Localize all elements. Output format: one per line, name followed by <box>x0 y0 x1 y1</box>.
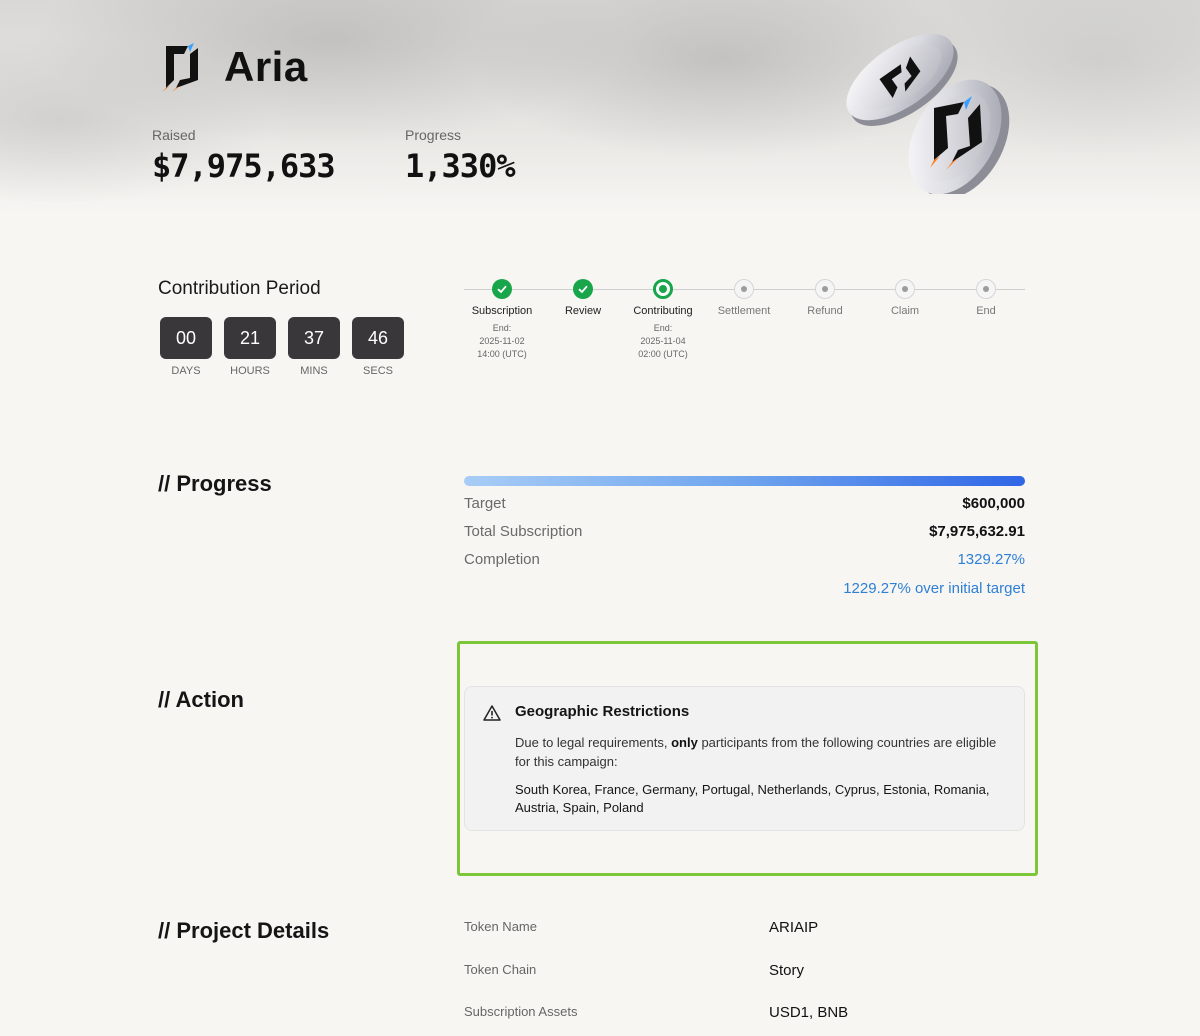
pending-step-icon <box>976 279 996 299</box>
raised-label: Raised <box>152 127 196 143</box>
timer-mins-value: 37 <box>288 317 340 359</box>
total-subscription-value: $7,975,632.91 <box>929 523 1025 540</box>
step-end-date: End: 2025-11-02 14:00 (UTC) <box>477 323 527 359</box>
over-target-note: 1229.27% over initial target <box>843 580 1025 597</box>
step-settlement: Settlement <box>699 279 789 317</box>
project-header: Aria <box>158 40 308 94</box>
timer-mins-unit: MINS <box>300 365 328 377</box>
step-claim: Claim <box>860 279 950 317</box>
eligible-countries-list: South Korea, France, Germany, Portugal, … <box>515 782 990 815</box>
raised-value: $7,975,633 <box>152 147 336 185</box>
contribution-period-title: Contribution Period <box>158 278 321 299</box>
timer-hours-value: 21 <box>224 317 276 359</box>
active-step-icon <box>653 279 673 299</box>
check-icon <box>492 279 512 299</box>
detail-value: Story <box>769 962 805 979</box>
detail-label: Token Name <box>464 919 537 934</box>
step-name: Claim <box>890 305 920 317</box>
step-name: Settlement <box>717 305 771 317</box>
detail-value: USD1, BNB <box>769 1004 849 1021</box>
progress-bar <box>464 476 1025 486</box>
progress-stat: Progress 1,330% <box>405 127 516 185</box>
target-row: Target $600,000 <box>464 495 1025 512</box>
timer-days-unit: DAYS <box>171 365 201 377</box>
geographic-restrictions-card: Geographic Restrictions Due to legal req… <box>464 686 1025 831</box>
step-review: Review <box>538 279 628 317</box>
token-coins-illustration <box>846 33 1010 194</box>
progress-section-title: // Progress <box>158 471 272 496</box>
completion-value: 1329.27% <box>957 551 1025 568</box>
raised-stat: Raised $7,975,633 <box>152 127 336 185</box>
timer-secs-value: 46 <box>352 317 404 359</box>
pending-step-icon <box>815 279 835 299</box>
check-icon <box>573 279 593 299</box>
target-value: $600,000 <box>962 495 1025 512</box>
step-name: Subscription <box>471 305 533 317</box>
progress-value: 1,330% <box>405 147 516 185</box>
step-end: End <box>941 279 1031 317</box>
step-name: Review <box>564 305 602 317</box>
project-details-section-title: // Project Details <box>158 918 330 943</box>
detail-label: Token Chain <box>464 962 537 977</box>
detail-value: ARIAIP <box>769 919 819 936</box>
geo-restrictions-description: Due to legal requirements, only particip… <box>515 735 997 769</box>
phase-stepper: Subscription End: 2025-11-02 14:00 (UTC)… <box>464 279 1025 369</box>
timer-days: 00 DAYS <box>160 317 212 377</box>
step-name: Contributing <box>633 305 693 317</box>
timer-secs: 46 SECS <box>352 317 404 377</box>
step-end-date: End: 2025-11-04 02:00 (UTC) <box>638 323 688 359</box>
target-label: Target <box>464 495 506 512</box>
detail-label: Subscription Assets <box>464 1004 578 1019</box>
total-subscription-label: Total Subscription <box>464 523 583 540</box>
action-section-title: // Action <box>158 687 244 712</box>
timer-hours: 21 HOURS <box>224 317 276 377</box>
step-subscription: Subscription End: 2025-11-02 14:00 (UTC) <box>457 279 547 361</box>
completion-row: Completion 1329.27% <box>464 551 1025 568</box>
project-name: Aria <box>224 43 308 90</box>
timer-mins: 37 MINS <box>288 317 340 377</box>
pending-step-icon <box>734 279 754 299</box>
pending-step-icon <box>895 279 915 299</box>
aria-logo-icon <box>162 43 198 92</box>
geo-restrictions-title: Geographic Restrictions <box>515 703 690 720</box>
timer-days-value: 00 <box>160 317 212 359</box>
step-contributing: Contributing End: 2025-11-04 02:00 (UTC) <box>618 279 708 361</box>
step-name: End <box>976 305 996 317</box>
progress-label: Progress <box>405 127 462 143</box>
step-refund: Refund <box>780 279 870 317</box>
completion-label: Completion <box>464 551 540 568</box>
step-name: Refund <box>807 305 843 317</box>
countdown-timer: 00 DAYS 21 HOURS 37 MINS 46 SECS <box>160 317 404 377</box>
timer-hours-unit: HOURS <box>230 365 270 377</box>
timer-secs-unit: SECS <box>363 365 393 377</box>
total-subscription-row: Total Subscription $7,975,632.91 <box>464 523 1025 540</box>
warning-icon <box>483 705 501 721</box>
